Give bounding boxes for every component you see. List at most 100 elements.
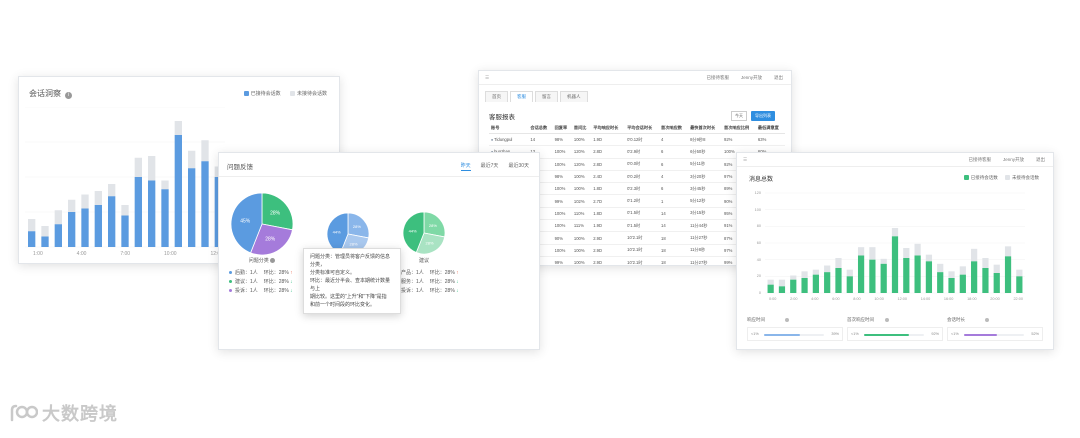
table-row[interactable]: ■ Tidungpul 14 98% 100% 1.9D 0'0.12时 4 8分9秒8 92%… xyxy=(489,133,785,147)
bar-unhandled xyxy=(948,271,955,278)
tab-last-30-days[interactable]: 最近30天 xyxy=(508,162,529,171)
table-cell: 8分9秒8 xyxy=(688,133,722,147)
stat-row: 建议：1人 环比：28% ↓ xyxy=(229,278,293,287)
info-icon[interactable] xyxy=(270,258,276,264)
tab-last-7-days[interactable]: 最近7天 xyxy=(481,162,499,171)
nav-item[interactable]: 已接待客服 xyxy=(968,157,991,163)
nav-item[interactable]: 已接待客服 xyxy=(706,75,729,81)
column-header[interactable]: 回复率 xyxy=(552,123,572,134)
column-header[interactable]: 最快首次时长 xyxy=(688,123,722,134)
bar-unhandled xyxy=(148,156,156,181)
metric-label: 会话时长 xyxy=(947,317,965,322)
info-icon[interactable]: i xyxy=(65,92,73,99)
bar-unhandled xyxy=(869,247,876,260)
pie-slice-label: 28% xyxy=(426,241,434,246)
menu-icon[interactable]: ☰ xyxy=(485,75,489,81)
bar-unhandled xyxy=(982,258,989,268)
bar-handled xyxy=(824,272,831,293)
message-xticks: 0:00 2:00 4:00 6:00 8:00 10:00 12:00 14:00 16:00… xyxy=(769,297,1023,301)
table-cell: 10'2.1时 xyxy=(625,256,660,265)
tooltip-line: 环比：最近分半会、查本期统计数量与上 xyxy=(310,278,391,292)
table-cell: 2.7D xyxy=(591,194,626,208)
column-header[interactable]: 账号 xyxy=(489,123,529,134)
stat-dot xyxy=(229,280,232,284)
tooltip-line: 和前一个时间段的环比变化。 xyxy=(310,302,376,308)
bar-unhandled xyxy=(835,258,842,268)
xtick: 22:00 xyxy=(1013,297,1023,301)
column-header[interactable]: 平均响应时长 xyxy=(591,123,626,134)
session-insight-title: 会话洞察 i xyxy=(29,88,73,99)
table-cell: 100% xyxy=(571,133,592,147)
xtick: 14:00 xyxy=(920,297,931,301)
table-cell: 0'1.5时 xyxy=(625,219,660,233)
bar-handled xyxy=(971,261,978,293)
column-header[interactable]: 最低满意度 xyxy=(755,123,785,134)
nav-logout[interactable]: 退出 xyxy=(1036,157,1045,163)
pie-chart-suggestion[interactable]: 28% 28% 44% xyxy=(403,212,445,254)
bar-handled xyxy=(846,276,853,293)
table-cell: 6分50秒 xyxy=(688,145,722,159)
bar-handled xyxy=(28,231,36,247)
bar-unhandled xyxy=(161,180,169,190)
bar-handled xyxy=(201,161,209,247)
column-header[interactable]: 首次响应数 xyxy=(659,123,689,134)
column-header[interactable]: 首次响应比例 xyxy=(722,123,756,134)
tab-yesterday[interactable]: 昨天 xyxy=(460,162,471,171)
bar-unhandled xyxy=(767,279,774,285)
pie-chart-category[interactable]: 28% 28% 45% xyxy=(231,193,293,255)
tab-message[interactable]: 留言 xyxy=(535,91,558,102)
bar-unhandled xyxy=(778,279,786,287)
ytick: 20 xyxy=(756,274,761,279)
nav-user[interactable]: Jenny开放 xyxy=(741,75,762,81)
tab-service[interactable]: 客服 xyxy=(510,91,533,102)
tab-home[interactable]: 首页 xyxy=(485,91,508,102)
table-cell: 120% xyxy=(571,158,592,171)
metric-box: <1% 92% xyxy=(847,327,943,341)
menu-icon[interactable]: ☰ xyxy=(743,157,747,163)
table-cell: 18 xyxy=(659,256,689,265)
stat-row: 服务：1人 环比：28% ↓ xyxy=(395,278,459,287)
table-cell: 110% xyxy=(571,207,592,221)
bar-unhandled xyxy=(134,157,142,177)
table-cell: 5分11秒 xyxy=(688,158,722,171)
filter-button[interactable]: 今天 xyxy=(731,111,747,121)
bar-unhandled xyxy=(959,266,966,275)
info-icon[interactable] xyxy=(985,318,989,322)
bar-unhandled xyxy=(94,191,102,205)
bar-unhandled xyxy=(824,265,831,273)
bar-handled xyxy=(869,259,876,293)
bar-handled xyxy=(778,286,786,293)
bar-handled xyxy=(68,212,76,247)
bar-unhandled xyxy=(188,150,196,169)
legend-swatch-unhandled xyxy=(1005,175,1010,181)
arrow-down-icon: ↓ xyxy=(288,288,293,294)
export-button[interactable]: 导出列表 xyxy=(751,111,775,121)
info-icon[interactable] xyxy=(785,318,789,322)
nav-logout[interactable]: 退出 xyxy=(774,75,783,81)
bar-unhandled xyxy=(914,243,921,256)
column-header[interactable]: 首问比 xyxy=(571,123,592,134)
info-icon[interactable] xyxy=(885,318,889,322)
column-header[interactable]: 会话总数 xyxy=(528,123,553,134)
nav-user[interactable]: Jenny开放 xyxy=(1003,157,1024,163)
column-header[interactable]: 平均会话时长 xyxy=(625,123,660,134)
pie-slice-label: 45% xyxy=(240,218,251,224)
table-cell: 11分44秒 xyxy=(688,219,722,233)
category-tooltip: 问题分类：管理员将客户反馈的信息分类， 分类标准可自定义。 环比：最近分半会、查本期… xyxy=(303,248,401,314)
tab-robot[interactable]: 机器人 xyxy=(560,91,588,102)
tooltip-line: 期比较。这里的“上升”和“下降”是指 xyxy=(310,294,387,300)
table-cell: 1 xyxy=(659,194,689,208)
arrow-up-icon: ↑ xyxy=(288,270,293,276)
metric-high: 39% xyxy=(831,332,839,336)
table-cell: 63% xyxy=(755,133,785,147)
metric-progress xyxy=(764,334,824,336)
table-cell: 100% xyxy=(552,207,572,221)
bar-unhandled xyxy=(971,248,978,262)
logo-icon xyxy=(10,404,38,422)
metric-progress-fill xyxy=(864,334,909,336)
xtick: 2:00 xyxy=(790,297,798,301)
legend-unhandled: 未接待会话数 xyxy=(1012,175,1039,180)
bar-unhandled xyxy=(108,184,116,197)
session-insight-title-text: 会话洞察 xyxy=(29,89,61,98)
bar-unhandled xyxy=(937,263,944,273)
